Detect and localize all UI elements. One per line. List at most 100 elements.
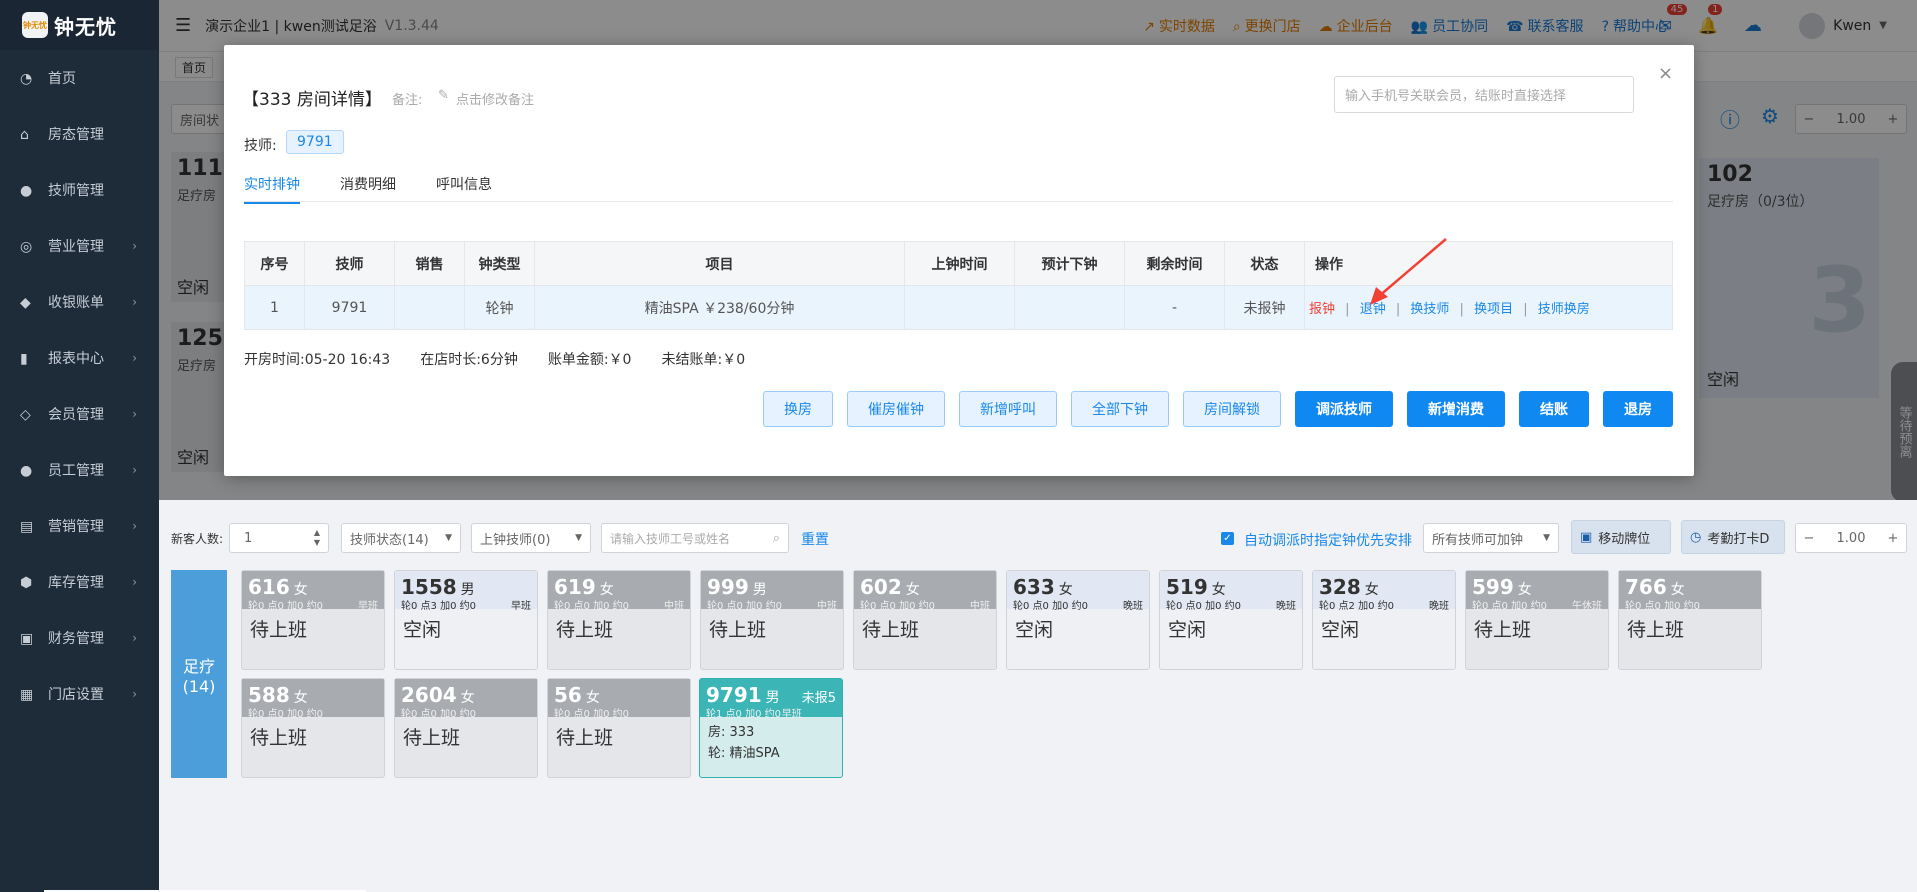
col-ops: 操作: [1304, 241, 1673, 286]
tech-card[interactable]: 766 女轮0 点0 加0 约0 待上班: [1618, 570, 1762, 670]
all-off-clock-button[interactable]: 全部下钟: [1071, 391, 1169, 427]
zoom-plus-icon[interactable]: +: [1880, 531, 1906, 546]
reset-link[interactable]: 重置: [801, 529, 829, 549]
tech-card-header: 519 女轮0 点0 加0 约0 晚班: [1160, 571, 1302, 612]
new-guests-value: 1: [244, 530, 253, 546]
tab-call-info[interactable]: 呼叫信息: [436, 174, 492, 194]
tech-card[interactable]: 999 男轮0 点0 加0 约0 中班 待上班: [700, 570, 844, 670]
add-call-button[interactable]: 新增呼叫: [959, 391, 1057, 427]
dispatch-tech-button[interactable]: 调派技师: [1295, 391, 1393, 427]
tech-card-header: 766 女轮0 点0 加0 约0: [1619, 571, 1761, 612]
new-guests-stepper[interactable]: 1 ▲ ▼: [229, 523, 329, 553]
member-input[interactable]: 输入手机号关联会员，结账时直接选择: [1334, 76, 1634, 113]
table-row: 1 9791 轮钟 精油SPA ￥238/60分钟 - 未报钟 报钟 | 退钟 …: [244, 285, 1673, 330]
col-start: 上钟时间: [904, 241, 1015, 286]
tech-card[interactable]: 616 女轮0 点0 加0 约0 早班 待上班: [241, 570, 385, 670]
tech-status: 待上班: [1474, 619, 1532, 641]
cell-remain: -: [1124, 285, 1225, 330]
tech-meta: 轮0 点0 加0 约0: [248, 601, 323, 612]
stepper-arrows-icon[interactable]: ▲ ▼: [314, 528, 320, 548]
tech-status: 待上班: [250, 619, 308, 641]
tech-status: 待上班: [862, 619, 920, 641]
tech-num: 766: [1625, 575, 1667, 599]
tech-sex: 女: [1364, 582, 1379, 598]
change-item-link[interactable]: 换项目: [1474, 302, 1513, 317]
unlock-room-button[interactable]: 房间解锁: [1183, 391, 1281, 427]
move-board-button[interactable]: ▣ 移动牌位: [1571, 520, 1671, 554]
open-time: 开房时间:05-20 16:43: [244, 349, 390, 369]
auto-assign-checkbox[interactable]: ✓: [1221, 532, 1234, 545]
tech-sex: 女: [1670, 582, 1685, 598]
tech-badge: 未报5: [801, 691, 836, 706]
tech-zoom[interactable]: − 1.00 +: [1795, 523, 1907, 553]
zoom-minus-icon[interactable]: −: [1796, 531, 1822, 546]
add-consumption-button[interactable]: 新增消费: [1407, 391, 1505, 427]
col-index: 序号: [244, 241, 305, 286]
close-icon[interactable]: ×: [1658, 63, 1673, 84]
tech-tag[interactable]: 9791: [286, 130, 344, 154]
urge-room-button[interactable]: 催房催钟: [847, 391, 945, 427]
tech-num: 633: [1013, 575, 1055, 599]
change-room-button[interactable]: 换房: [763, 391, 833, 427]
tech-card-active[interactable]: 9791 男 未报5 轮1 点0 加0 约0 早班 房: 333 轮: 精油SPA: [699, 678, 843, 778]
tech-meta-row: 轮0 点0 加0 约0 早班: [248, 597, 378, 612]
tech-card[interactable]: 328 女轮0 点2 加0 约0 晚班 空闲: [1312, 570, 1456, 670]
tech-card-header: 999 男轮0 点0 加0 约0 中班: [701, 571, 843, 612]
ops-sep: |: [1345, 302, 1350, 317]
col-remain: 剩余时间: [1124, 241, 1225, 286]
unpaid-amount: 未结账单:￥0: [661, 349, 745, 369]
move-board-label: 移动牌位: [1598, 531, 1651, 547]
tech-num: 602: [860, 575, 902, 599]
all-tech-value: 所有技师可加钟: [1432, 532, 1524, 548]
tech-num: 999: [707, 575, 749, 599]
checkout-button[interactable]: 结账: [1519, 391, 1589, 427]
zoom-value: 1.00: [1836, 530, 1866, 546]
col-status: 状态: [1224, 241, 1305, 286]
on-tech-select[interactable]: 上钟技师(0) ▼: [471, 523, 591, 553]
tech-search-input[interactable]: 请输入技师工号或姓名 ⌕: [601, 523, 789, 553]
tech-card[interactable]: 633 女轮0 点0 加0 约0 晚班 空闲: [1006, 570, 1150, 670]
col-tech: 技师: [304, 241, 395, 286]
tech-card[interactable]: 588 女轮0 点0 加0 约0 待上班: [241, 678, 385, 778]
modal-tabs: 实时排钟 消费明细 呼叫信息: [244, 170, 1673, 204]
all-tech-select[interactable]: 所有技师可加钟 ▼: [1423, 523, 1559, 553]
tech-meta-row: 轮0 点0 加0 约0 中班: [707, 597, 837, 612]
leave-room-button[interactable]: 退房: [1603, 391, 1673, 427]
unpaid-label: 未结账单:: [661, 352, 723, 368]
tech-meta-row: 轮1 点0 加0 约0 早班: [706, 705, 802, 720]
tech-meta-row: 轮0 点2 加0 约0 晚班: [1319, 597, 1449, 612]
tech-card[interactable]: 619 女轮0 点0 加0 约0 中班 待上班: [547, 570, 691, 670]
edit-icon[interactable]: ✎: [438, 88, 449, 103]
chevron-down-icon: ▼: [445, 533, 452, 543]
tech-status-select[interactable]: 技师状态(14) ▼: [341, 523, 461, 553]
col-item: 项目: [534, 241, 905, 286]
tech-meta: 轮0 点2 加0 约0: [1319, 601, 1394, 612]
annotation-arrow: [1370, 238, 1447, 305]
tech-num: 1558: [401, 575, 457, 599]
tech-status: 待上班: [250, 727, 308, 749]
tech-num: 616: [248, 575, 290, 599]
tech-meta: 轮0 点0 加0 约0: [554, 601, 629, 612]
tech-meta-row: 轮0 点0 加0 约0 晚班: [1013, 597, 1143, 612]
tech-card[interactable]: 602 女轮0 点0 加0 约0 中班 待上班: [853, 570, 997, 670]
tech-card[interactable]: 599 女轮0 点0 加0 约0 午休班待上班: [1465, 570, 1609, 670]
tech-num: 588: [248, 683, 290, 707]
search-icon: ⌕: [772, 530, 780, 546]
tech-card[interactable]: 519 女轮0 点0 加0 约0 晚班 空闲: [1159, 570, 1303, 670]
report-clock-link[interactable]: 报钟: [1309, 302, 1335, 317]
tab-realtime[interactable]: 实时排钟: [244, 174, 300, 204]
attendance-button[interactable]: ◷ 考勤打卡D: [1681, 520, 1785, 554]
tab-consumption[interactable]: 消费明细: [340, 174, 396, 194]
tech-status: 待上班: [403, 727, 461, 749]
cell-type: 轮钟: [464, 285, 535, 330]
tech-card-header: 56 女轮0 点0 加0 约0: [548, 679, 690, 720]
category-tab[interactable]: 足疗 (14): [171, 570, 227, 778]
tech-change-room-link[interactable]: 技师换房: [1538, 302, 1590, 317]
tech-card-header: 599 女轮0 点0 加0 约0 午休班: [1466, 571, 1608, 612]
tech-card[interactable]: 1558 男轮0 点3 加0 约0 早班 空闲: [394, 570, 538, 670]
remark-action[interactable]: 点击修改备注: [456, 89, 534, 108]
tech-status: 待上班: [556, 727, 614, 749]
tech-card[interactable]: 2604 女轮0 点0 加0 约0 待上班: [394, 678, 538, 778]
room-summary: 开房时间:05-20 16:43 在店时长:6分钟 账单金额:￥0 未结账单:￥…: [244, 349, 745, 369]
tech-card[interactable]: 56 女轮0 点0 加0 约0 待上班: [547, 678, 691, 778]
